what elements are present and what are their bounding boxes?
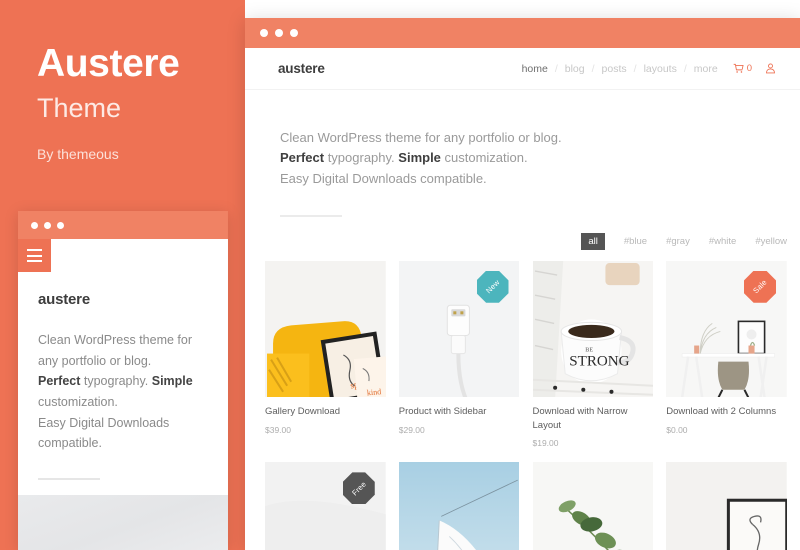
hero-mid2: customization.: [440, 150, 528, 166]
product-thumbnail-download-narrow-layout[interactable]: STRONG BE: [532, 260, 654, 397]
hero-paragraph: Clean WordPress theme for any portfolio …: [280, 128, 800, 189]
window-dot-green[interactable]: [57, 221, 64, 229]
window-dot-yellow[interactable]: [44, 221, 51, 229]
product-image: 63: [398, 462, 520, 550]
product-image: STRONG BE: [532, 260, 654, 397]
product-card[interactable]: New Product with Sidebar $29.00: [398, 260, 520, 449]
hamburger-menu-icon[interactable]: [18, 239, 51, 272]
product-thumbnail-free-item[interactable]: Free: [265, 462, 386, 550]
filter-tag-yellow[interactable]: #yellow: [755, 236, 787, 247]
product-thumbnail-eucalyptus[interactable]: [532, 462, 654, 550]
product-card[interactable]: spirit kind Gallery Download $39.00: [265, 260, 386, 449]
product-thumbnail-framed-line-art[interactable]: [666, 462, 787, 550]
mobile-hero-bold2: Simple: [151, 374, 193, 389]
product-image: [666, 462, 787, 550]
product-grid-row-2: Free: [245, 448, 800, 550]
product-image: spirit kind: [265, 260, 386, 397]
mobile-site-logo[interactable]: austere: [38, 291, 208, 308]
window-dot-red[interactable]: [260, 29, 268, 37]
filter-tag-white[interactable]: #white: [709, 236, 736, 247]
main-navigation: home / blog / posts / layouts / more 0: [522, 63, 776, 75]
mobile-hero-mid1: typography.: [80, 374, 152, 389]
product-price: $0.00: [666, 424, 688, 435]
mobile-window-body: austere Clean WordPress theme for any po…: [18, 239, 228, 550]
product-grid-row-1: spirit kind Gallery Download $39.00: [245, 250, 800, 449]
mobile-hero-paragraph: Clean WordPress theme for any portfolio …: [38, 330, 208, 454]
hero-section: Clean WordPress theme for any portfolio …: [245, 90, 800, 217]
mobile-hero-bold1: Perfect: [38, 374, 81, 389]
site-body: Clean WordPress theme for any portfolio …: [245, 90, 800, 550]
window-dot-green[interactable]: [290, 29, 298, 37]
svg-text:BE: BE: [585, 347, 593, 353]
window-dot-red[interactable]: [31, 221, 38, 229]
cart-icon[interactable]: [733, 63, 744, 74]
nav-separator: /: [633, 62, 637, 75]
mobile-divider: [38, 477, 100, 480]
product-thumbnail-sail[interactable]: 63: [398, 462, 520, 550]
hero-line3: Easy Digital Downloads compatible.: [280, 170, 487, 186]
product-card[interactable]: [666, 462, 787, 550]
site-logo[interactable]: austere: [278, 61, 325, 76]
filter-tag-blue[interactable]: #blue: [624, 236, 647, 247]
browser-window: austere home / blog / posts / layouts / …: [245, 18, 800, 550]
product-price: $29.00: [398, 424, 425, 435]
product-card[interactable]: Free: [265, 462, 386, 550]
product-title[interactable]: Download with 2 Columns: [666, 405, 787, 419]
page-byline: By themeous: [37, 145, 119, 162]
nav-item-layouts[interactable]: layouts: [644, 63, 677, 75]
nav-item-blog[interactable]: blog: [565, 63, 585, 75]
nav-item-more[interactable]: more: [694, 63, 718, 75]
product-image: [532, 462, 654, 550]
product-thumbnail-product-with-sidebar[interactable]: New: [398, 260, 520, 397]
product-title[interactable]: Product with Sidebar: [399, 405, 520, 419]
user-icon[interactable]: [765, 63, 776, 74]
site-header: austere home / blog / posts / layouts / …: [245, 48, 800, 90]
screenshot-stage: Austere Theme By themeous austere Clean …: [0, 0, 800, 550]
product-card[interactable]: [532, 462, 654, 550]
mobile-hero-line3: Easy Digital Downloads compatible.: [38, 415, 170, 451]
product-price: $39.00: [265, 424, 291, 435]
badge-label: Sale: [751, 278, 769, 296]
browser-titlebar: [245, 18, 800, 48]
hero-bold2: Simple: [398, 150, 441, 166]
brand-block: Austere Theme By themeous: [37, 42, 247, 162]
svg-text:STRONG: STRONG: [569, 353, 629, 369]
nav-item-posts[interactable]: posts: [602, 63, 627, 75]
cart-count: 0: [746, 63, 752, 74]
product-price: $19.00: [532, 438, 559, 449]
badge-label: New: [483, 278, 502, 296]
window-dot-yellow[interactable]: [275, 29, 283, 37]
mobile-content: austere Clean WordPress theme for any po…: [18, 239, 228, 480]
nav-separator: /: [591, 62, 595, 75]
filter-tag-gray[interactable]: #gray: [666, 236, 690, 247]
hero-line1: Clean WordPress theme for any portfolio …: [280, 130, 562, 145]
hero-bold1: Perfect: [280, 150, 325, 166]
filter-tag-all[interactable]: all: [581, 232, 605, 250]
product-card[interactable]: 63: [398, 462, 520, 550]
product-title[interactable]: Gallery Download: [265, 405, 386, 419]
mobile-window-titlebar: [18, 211, 228, 239]
nav-separator: /: [683, 62, 687, 75]
product-thumbnail-download-2-columns[interactable]: Sale: [666, 260, 787, 397]
page-title: Austere: [37, 42, 180, 85]
cart-group[interactable]: 0: [733, 63, 776, 74]
page-subtitle: Theme: [37, 92, 122, 123]
nav-item-home[interactable]: home: [522, 63, 548, 75]
mobile-hero-mid2: customization.: [38, 394, 118, 409]
mobile-preview-window: austere Clean WordPress theme for any po…: [18, 211, 228, 550]
hero-mid1: typography.: [324, 150, 399, 166]
svg-text:kind: kind: [367, 387, 382, 397]
filter-tag-list: all #blue #gray #white #yellow: [245, 217, 800, 250]
product-card[interactable]: STRONG BE Download with Narrow Layout $1…: [532, 260, 654, 449]
nav-separator: /: [554, 62, 558, 75]
product-card[interactable]: Sale Download with 2 Columns $0.00: [666, 260, 787, 449]
mobile-featured-image: [18, 495, 228, 550]
product-title[interactable]: Download with Narrow Layout: [533, 405, 654, 433]
mobile-hero-line1: Clean WordPress theme for any portfolio …: [38, 333, 192, 368]
badge-label: Free: [349, 479, 368, 498]
product-thumbnail-gallery-download[interactable]: spirit kind: [265, 260, 386, 397]
